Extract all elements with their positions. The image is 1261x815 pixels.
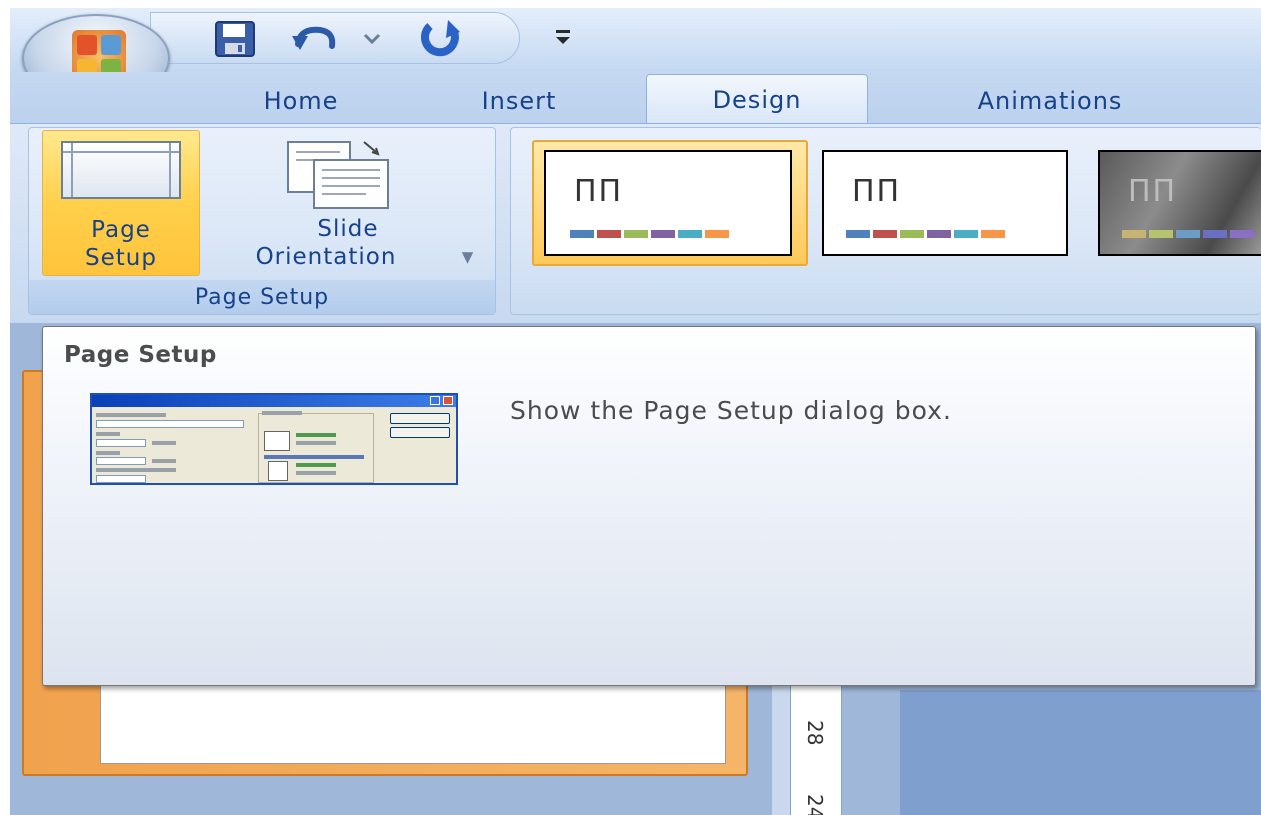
slide-orientation-label-line2: Orientation [255,244,397,270]
slide-orientation-label-line1: Slide [317,216,379,242]
theme-thumbnail[interactable]: ПП [1098,150,1261,256]
tab-animations[interactable]: Animations [920,78,1180,124]
page-setup-icon [61,141,181,199]
theme-preview-text: ПП [1128,174,1178,209]
tab-home[interactable]: Home [226,78,376,124]
redo-icon[interactable] [418,16,464,58]
slide-editing-pane [900,690,1261,815]
save-icon[interactable] [214,20,256,58]
enhanced-tooltip [42,326,1256,686]
theme-thumbnail[interactable]: ПП [822,150,1068,256]
tooltip-description: Show the Page Setup dialog box. [510,396,952,425]
chevron-down-icon: ▾ [461,244,475,270]
page-setup-label-line1: Page [91,217,151,243]
theme-preview-text: ПП [852,174,902,209]
undo-icon[interactable] [292,22,338,54]
ruler-label: 24 [803,794,827,815]
page-setup-button[interactable]: Page Setup [42,130,200,276]
tab-insert[interactable]: Insert [444,78,594,124]
theme-preview-text: ПП [574,174,624,209]
tab-design[interactable]: Design [646,74,868,124]
slide-orientation-button[interactable]: Slide Orientation ▾ [210,130,486,276]
theme-color-swatches [846,230,1008,238]
theme-color-swatches [570,230,732,238]
chevron-down-icon[interactable] [362,30,382,46]
page-setup-label-line2: Setup [85,245,157,271]
slide-orientation-icon [286,138,396,212]
group-label: Page Setup [29,280,495,314]
page-setup-dialog-preview [90,393,458,485]
theme-thumbnail[interactable]: ПП [544,150,792,256]
dialog-preview-titlebar [92,395,456,407]
theme-color-swatches [1122,230,1257,238]
ruler-label: 28 [803,720,827,746]
tooltip-title: Page Setup [64,342,217,368]
customize-arrow-icon[interactable] [552,24,574,48]
